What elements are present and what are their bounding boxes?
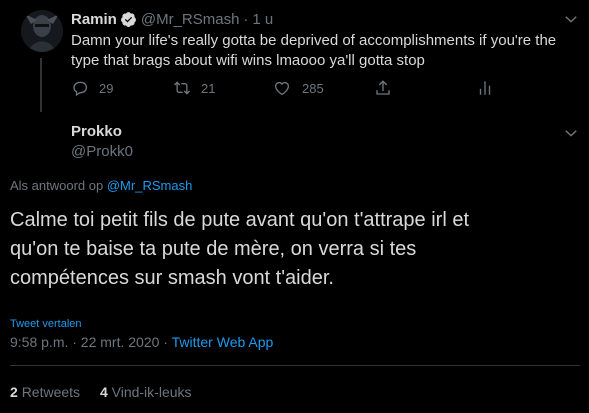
parent-separator: ·	[243, 10, 249, 28]
reply-prefix: Als antwoord op	[10, 178, 104, 193]
like-count: 285	[302, 80, 324, 96]
source-link[interactable]: Twitter Web App	[172, 334, 274, 350]
main-text-line: qu'on te baise ta pute de mère, on verra…	[10, 238, 417, 260]
likes-stat[interactable]: 4 Vind-ik-leuks	[100, 384, 192, 400]
verified-badge-icon	[120, 11, 137, 28]
avatar-image	[21, 10, 63, 52]
parent-text-line: type that brags about wifi wins lmaooo y…	[71, 52, 425, 69]
parent-tweet-text: Damn your life's really gotta be deprive…	[71, 31, 576, 71]
reply-to-link[interactable]: @Mr_RSmash	[107, 178, 192, 193]
timestamp-link[interactable]: 9:58 p.m. · 22 mrt. 2020	[10, 334, 159, 350]
share-icon	[376, 80, 390, 95]
parent-tweet[interactable]: Ramin @Mr_RSmash · 1 u Damn your life's …	[0, 0, 589, 112]
parent-reply-button[interactable]: 29	[71, 78, 113, 98]
thread-line	[40, 58, 42, 112]
retweets-count: 2	[10, 384, 18, 400]
main-tweet: Prokko @Prokk0 Als antwoord op @Mr_RSmas…	[0, 112, 589, 413]
analytics-icon	[479, 81, 491, 95]
retweet-icon	[174, 81, 190, 95]
chevron-down-icon	[565, 130, 577, 137]
translate-link[interactable]: Tweet vertalen	[10, 318, 82, 330]
main-caret-button[interactable]	[562, 124, 580, 142]
engagement-stats: 2 Retweets 4 Vind-ik-leuks	[10, 384, 192, 400]
heart-icon	[274, 81, 290, 96]
reply-icon	[73, 81, 88, 97]
main-text-line: Calme toi petit fils de pute avant qu'on…	[10, 209, 470, 231]
meta-separator: ·	[163, 334, 168, 350]
parent-time[interactable]: 1 u	[252, 11, 273, 28]
chevron-down-icon	[565, 16, 577, 23]
reply-count: 29	[99, 80, 114, 96]
retweets-stat[interactable]: 2 Retweets	[10, 384, 84, 400]
parent-caret-button[interactable]	[562, 10, 580, 28]
parent-display-name[interactable]: Ramin	[71, 11, 117, 28]
retweets-label: Retweets	[21, 384, 81, 400]
main-handle[interactable]: @Prokk0	[71, 143, 133, 160]
parent-share-button[interactable]	[374, 79, 392, 97]
retweet-count: 21	[201, 80, 216, 96]
parent-analytics-button[interactable]	[476, 79, 494, 97]
main-display-name[interactable]: Prokko	[71, 123, 122, 140]
parent-retweet-button[interactable]: 21	[172, 78, 215, 98]
main-text-line: compétences sur smash vont t'aider.	[10, 267, 334, 289]
divider	[10, 365, 580, 366]
main-tweet-text: Calme toi petit fils de pute avant qu'on…	[10, 206, 580, 293]
parent-handle[interactable]: @Mr_RSmash	[141, 11, 240, 28]
reply-context: Als antwoord op @Mr_RSmash	[10, 178, 192, 193]
parent-header: Ramin @Mr_RSmash · 1 u	[71, 9, 273, 29]
parent-avatar[interactable]	[21, 10, 63, 52]
parent-text-line: Damn your life's really gotta be deprive…	[71, 32, 557, 49]
tweet-meta: 9:58 p.m. · 22 mrt. 2020 · Twitter Web A…	[10, 334, 273, 350]
likes-count: 4	[99, 384, 108, 400]
likes-label: Vind-ik-leuks	[111, 384, 192, 400]
main-avatar[interactable]	[10, 122, 58, 170]
parent-like-button[interactable]: 285	[273, 78, 324, 98]
